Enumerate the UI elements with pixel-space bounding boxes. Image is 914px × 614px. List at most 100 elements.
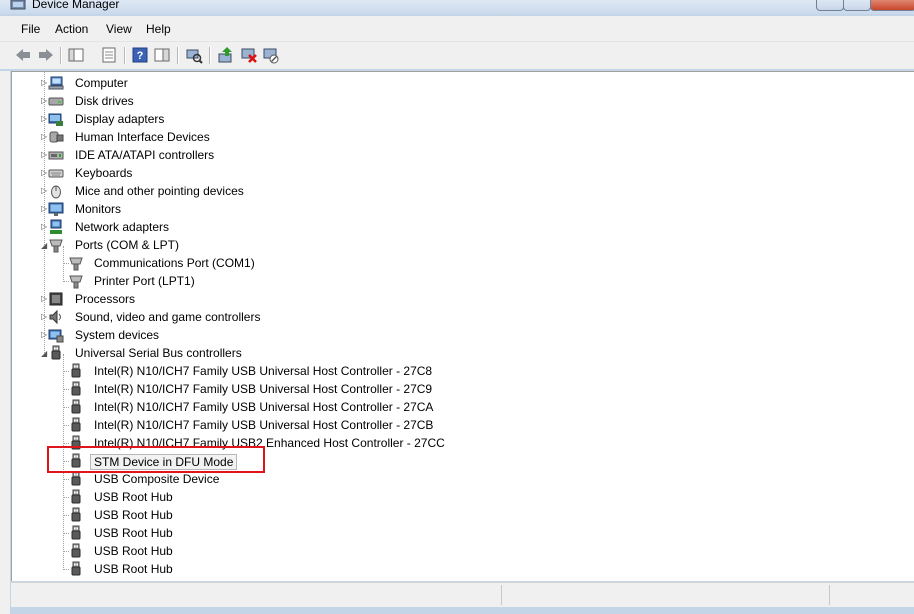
expand-arrow-icon[interactable]: ▷ — [41, 78, 47, 87]
hid-icon — [49, 131, 64, 143]
collapse-arrow-icon[interactable]: ◢ — [41, 349, 47, 358]
toolbar: ? — [0, 42, 914, 69]
expand-arrow-icon[interactable]: ▷ — [41, 132, 47, 141]
forward-icon[interactable] — [37, 46, 55, 64]
usb-icon — [71, 561, 81, 576]
tree-category-label: Display adapters — [75, 112, 165, 126]
tree-category-label: Disk drives — [75, 94, 134, 108]
menu-help[interactable]: Help — [146, 22, 171, 36]
tree-category-ports-com-lpt[interactable]: ◢ Ports (COM & LPT) — [12, 236, 912, 254]
keyboard-icon — [48, 169, 64, 178]
uninstall-icon[interactable] — [240, 46, 258, 64]
usb-icon — [71, 363, 81, 378]
tree-device-item[interactable]: USB Root Hub — [12, 542, 912, 560]
display-adapter-icon — [48, 113, 63, 126]
menu-file[interactable]: File — [21, 22, 40, 36]
tree-category-keyboards[interactable]: ▷ Keyboards — [12, 164, 912, 182]
processor-icon — [49, 292, 63, 306]
show-hide-console-tree-icon[interactable] — [67, 46, 85, 64]
toolbar-separator — [124, 47, 126, 64]
help-icon[interactable]: ? — [131, 46, 149, 64]
tree-category-display-adapters[interactable]: ▷ Display adapters — [12, 110, 912, 128]
tree-device-label: Intel(R) N10/ICH7 Family USB Universal H… — [94, 382, 433, 396]
tree-category-label: Keyboards — [75, 166, 133, 180]
tree-category-processors[interactable]: ▷ Processors — [12, 290, 912, 308]
status-bar — [11, 582, 914, 607]
tree-category-mice-and-other-pointing-devices[interactable]: ▷ Mice and other pointing devices — [12, 182, 912, 200]
tree-category-label: IDE ATA/ATAPI controllers — [75, 148, 215, 162]
expand-arrow-icon[interactable]: ▷ — [41, 204, 47, 213]
title-bar: Device Manager — [0, 0, 914, 14]
tree-category-label: Network adapters — [75, 220, 170, 234]
menu-bar: File Action View Help — [0, 16, 914, 42]
tree-category-network-adapters[interactable]: ▷ Network adapters — [12, 218, 912, 236]
tree-category-system-devices[interactable]: ▷ System devices — [12, 326, 912, 344]
tree-category-monitors[interactable]: ▷ Monitors — [12, 200, 912, 218]
tree-device-label: USB Root Hub — [94, 490, 173, 504]
mouse-icon — [51, 185, 61, 199]
tree-device-label: Communications Port (COM1) — [94, 256, 255, 270]
sound-icon — [49, 309, 61, 325]
tree-device-label: USB Composite Device — [94, 472, 220, 486]
expand-arrow-icon[interactable]: ▷ — [41, 330, 47, 339]
usb-icon — [71, 507, 81, 522]
disable-icon[interactable] — [262, 46, 280, 64]
ide-controller-icon — [48, 151, 64, 160]
back-icon[interactable] — [14, 46, 32, 64]
tree-category-label: System devices — [75, 328, 160, 342]
tree-device-item[interactable]: USB Root Hub — [12, 560, 912, 578]
tree-device-item[interactable]: Intel(R) N10/ICH7 Family USB Universal H… — [12, 416, 912, 434]
update-driver-icon[interactable] — [217, 46, 235, 64]
expand-arrow-icon[interactable]: ▷ — [41, 186, 47, 195]
usb-icon — [71, 417, 81, 432]
tree-device-item[interactable]: Intel(R) N10/ICH7 Family USB Universal H… — [12, 398, 912, 416]
toolbar-separator — [177, 47, 179, 64]
usb-icon — [71, 471, 81, 486]
expand-arrow-icon[interactable]: ▷ — [41, 222, 47, 231]
tree-category-ide-ata-atapi-controllers[interactable]: ▷ IDE ATA/ATAPI controllers — [12, 146, 912, 164]
tree-category-disk-drives[interactable]: ▷ Disk drives — [12, 92, 912, 110]
toolbar-separator — [60, 47, 62, 64]
port-icon — [69, 275, 83, 289]
window-title: Device Manager — [32, 0, 120, 11]
tree-device-item[interactable]: USB Root Hub — [12, 524, 912, 542]
tree-category-human-interface-devices[interactable]: ▷ Human Interface Devices — [12, 128, 912, 146]
tree-device-item[interactable]: Printer Port (LPT1) — [12, 272, 912, 290]
scan-hardware-icon[interactable] — [185, 46, 203, 64]
expand-arrow-icon[interactable]: ▷ — [41, 150, 47, 159]
tree-device-item[interactable]: Intel(R) N10/ICH7 Family USB Universal H… — [12, 380, 912, 398]
tree-device-item[interactable]: Communications Port (COM1) — [12, 254, 912, 272]
toolbar-separator — [209, 47, 211, 64]
menu-action[interactable]: Action — [55, 22, 88, 36]
tree-category-label: Human Interface Devices — [75, 130, 210, 144]
collapse-arrow-icon[interactable]: ◢ — [41, 241, 47, 250]
expand-arrow-icon[interactable]: ▷ — [41, 312, 47, 321]
tree-category-sound-video-and-game-controllers[interactable]: ▷ Sound, video and game controllers — [12, 308, 912, 326]
expand-arrow-icon[interactable]: ▷ — [41, 168, 47, 177]
expand-arrow-icon[interactable]: ▷ — [41, 294, 47, 303]
usb-icon — [71, 489, 81, 504]
properties-icon[interactable] — [100, 46, 118, 64]
maximize-button[interactable] — [843, 0, 871, 11]
tree-category-computer[interactable]: ▷ Computer — [12, 74, 912, 92]
status-divider — [829, 585, 830, 605]
tree-device-item[interactable]: Intel(R) N10/ICH7 Family USB Universal H… — [12, 362, 912, 380]
minimize-button[interactable] — [816, 0, 844, 11]
device-tree[interactable]: ▷ Computer ▷ Disk drives ▷ Display adapters ▷ H… — [11, 71, 914, 581]
expand-arrow-icon[interactable]: ▷ — [41, 114, 47, 123]
tree-device-label: USB Root Hub — [94, 562, 173, 576]
menu-view[interactable]: View — [106, 22, 132, 36]
tree-device-item[interactable]: USB Root Hub — [12, 506, 912, 524]
usb-icon — [71, 543, 81, 558]
tree-connector-line — [63, 246, 64, 282]
tree-device-label: Intel(R) N10/ICH7 Family USB Universal H… — [94, 364, 433, 378]
tree-category-universal-serial-bus-controllers[interactable]: ◢ Universal Serial Bus controllers — [12, 344, 912, 362]
computer-icon — [48, 76, 64, 90]
action-pane-icon[interactable] — [153, 46, 171, 64]
tree-category-label: Computer — [75, 76, 128, 90]
close-button[interactable] — [870, 0, 914, 11]
expand-arrow-icon[interactable]: ▷ — [41, 96, 47, 105]
tree-device-item[interactable]: USB Root Hub — [12, 488, 912, 506]
tree-device-label: Intel(R) N10/ICH7 Family USB Universal H… — [94, 400, 434, 414]
window-border — [0, 71, 10, 614]
